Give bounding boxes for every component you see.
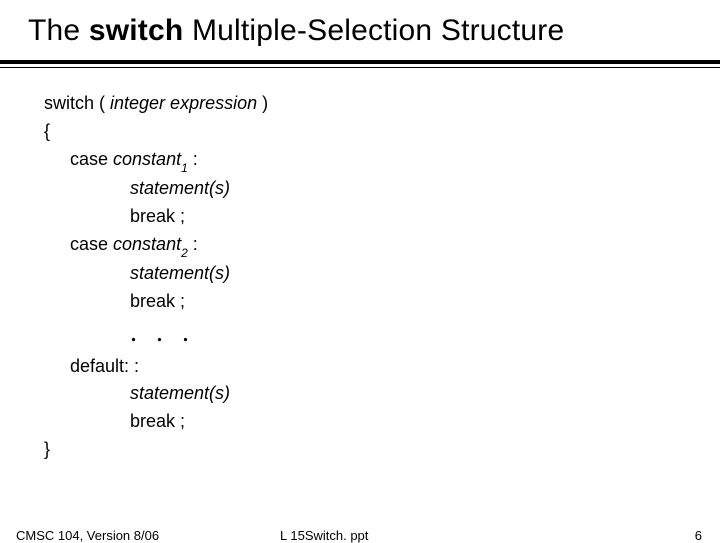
case2-break: break ;	[44, 288, 720, 316]
case1-kw: case	[70, 149, 113, 169]
footer-page-number: 6	[695, 528, 702, 543]
slide-body: switch ( integer expression ) { case con…	[0, 68, 720, 464]
case2-colon: :	[188, 234, 198, 254]
title-post: Multiple-Selection Structure	[183, 14, 564, 47]
case1-stmt: statement(s)	[44, 175, 720, 203]
case2-kw: case	[70, 234, 113, 254]
footer-center: L 15Switch. ppt	[280, 528, 368, 543]
case1-colon: :	[188, 149, 198, 169]
title-bold: switch	[89, 14, 184, 47]
slide: The switch Multiple-Selection Structure …	[0, 0, 720, 540]
open-brace: {	[44, 118, 720, 146]
case2-stmt: statement(s)	[44, 260, 720, 288]
ellipsis: . . .	[44, 318, 720, 349]
case2-line: case constant2 :	[44, 231, 720, 260]
title-pre: The	[28, 14, 89, 47]
default-line: default: :	[44, 353, 720, 381]
switch-close: )	[257, 93, 268, 113]
code-switch-line: switch ( integer expression )	[44, 90, 720, 118]
close-brace: }	[44, 436, 720, 464]
switch-kw: switch (	[44, 93, 110, 113]
case2-const: constant	[113, 234, 181, 254]
case1-sub: 1	[181, 161, 188, 175]
case1-const: constant	[113, 149, 181, 169]
case1-line: case constant1 :	[44, 146, 720, 175]
default-break: break ;	[44, 408, 720, 436]
slide-title: The switch Multiple-Selection Structure	[0, 0, 720, 54]
case1-break: break ;	[44, 203, 720, 231]
divider-thick	[0, 60, 720, 64]
case2-sub: 2	[181, 246, 188, 260]
default-stmt: statement(s)	[44, 380, 720, 408]
footer-left: CMSC 104, Version 8/06	[16, 528, 159, 543]
switch-expr: integer expression	[110, 93, 257, 113]
